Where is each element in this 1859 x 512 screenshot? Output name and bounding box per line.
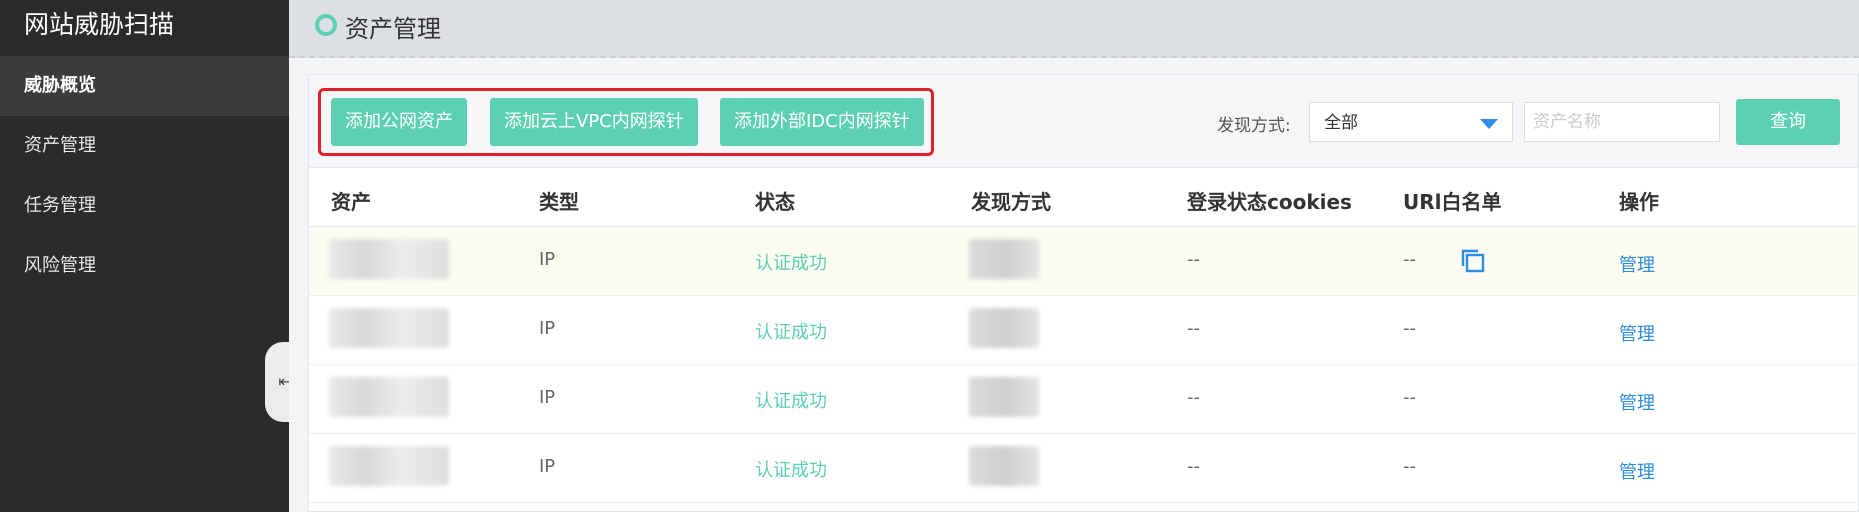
- page-header: 资产管理: [289, 0, 1859, 58]
- sidebar: 网站威胁扫描 威胁概览 资产管理 任务管理 风险管理: [0, 0, 289, 512]
- table-row: IP 认证成功 -- -- 管理: [309, 227, 1858, 296]
- row-whitelist: --: [1403, 456, 1416, 477]
- column-header-cookies: 登录状态cookies: [1187, 190, 1352, 214]
- add-idc-probe-button[interactable]: 添加外部IDC内网探针: [720, 98, 924, 146]
- row-whitelist: --: [1403, 318, 1416, 339]
- title-dot-icon: [315, 14, 337, 36]
- redacted-asset-name: [329, 446, 449, 486]
- column-header-discovery: 发现方式: [971, 190, 1051, 214]
- main-content: 添加公网资产 添加云上VPC内网探针 添加外部IDC内网探针 发现方式: 全部 …: [289, 58, 1859, 512]
- row-status: 认证成功: [755, 460, 827, 481]
- sidebar-item-task-management[interactable]: 任务管理: [0, 176, 289, 236]
- discovery-method-value: 全部: [1324, 113, 1358, 133]
- table-row: IP 认证成功 -- -- 管理: [309, 434, 1858, 503]
- table-header: 资产 类型 状态 发现方式 登录状态cookies URl白名单 操作: [309, 168, 1858, 227]
- row-cookies: --: [1187, 318, 1200, 339]
- page-title: 资产管理: [345, 15, 441, 43]
- redacted-asset-name: [329, 239, 449, 279]
- add-vpc-probe-button[interactable]: 添加云上VPC内网探针: [490, 98, 698, 146]
- sidebar-item-asset-management[interactable]: 资产管理: [0, 116, 289, 176]
- redacted-asset-name: [329, 377, 449, 417]
- column-header-status: 状态: [755, 190, 795, 214]
- add-public-asset-button[interactable]: 添加公网资产: [331, 98, 467, 146]
- column-header-type: 类型: [539, 190, 579, 214]
- row-whitelist: --: [1403, 387, 1416, 408]
- redacted-discovery-method: [969, 377, 1039, 417]
- manage-link[interactable]: 管理: [1619, 320, 1655, 346]
- discovery-method-select[interactable]: 全部: [1309, 102, 1513, 142]
- asset-panel: 添加公网资产 添加云上VPC内网探针 添加外部IDC内网探针 发现方式: 全部 …: [308, 74, 1859, 512]
- asset-name-search-input[interactable]: [1524, 102, 1720, 142]
- table-row: IP 认证成功 -- -- 管理: [309, 296, 1858, 365]
- manage-link[interactable]: 管理: [1619, 251, 1655, 277]
- row-cookies: --: [1187, 387, 1200, 408]
- app-brand: 网站威胁扫描: [24, 10, 175, 39]
- column-header-asset: 资产: [331, 190, 371, 214]
- discovery-method-label: 发现方式:: [1217, 116, 1291, 136]
- manage-link[interactable]: 管理: [1619, 389, 1655, 415]
- row-cookies: --: [1187, 249, 1200, 270]
- toolbar: 添加公网资产 添加云上VPC内网探针 添加外部IDC内网探针 发现方式: 全部 …: [309, 75, 1858, 168]
- redacted-discovery-method: [969, 239, 1039, 279]
- dropdown-arrow-icon: [1480, 119, 1498, 129]
- row-status: 认证成功: [755, 253, 827, 274]
- row-status: 认证成功: [755, 391, 827, 412]
- row-cookies: --: [1187, 456, 1200, 477]
- table-row: IP 认证成功 -- -- 管理: [309, 365, 1858, 434]
- redacted-discovery-method: [969, 308, 1039, 348]
- row-whitelist: --: [1403, 249, 1416, 270]
- sidebar-item-risk-management[interactable]: 风险管理: [0, 236, 289, 296]
- row-type: IP: [539, 387, 556, 408]
- row-status: 认证成功: [755, 322, 827, 343]
- query-button[interactable]: 查询: [1736, 99, 1840, 145]
- manage-link[interactable]: 管理: [1619, 458, 1655, 484]
- row-type: IP: [539, 249, 556, 270]
- column-header-whitelist: URl白名单: [1403, 190, 1502, 214]
- row-type: IP: [539, 456, 556, 477]
- redacted-asset-name: [329, 308, 449, 348]
- sidebar-item-threat-overview[interactable]: 威胁概览: [0, 56, 289, 116]
- copy-icon[interactable]: [1459, 247, 1487, 275]
- redacted-discovery-method: [969, 446, 1039, 486]
- row-type: IP: [539, 318, 556, 339]
- column-header-action: 操作: [1619, 190, 1659, 214]
